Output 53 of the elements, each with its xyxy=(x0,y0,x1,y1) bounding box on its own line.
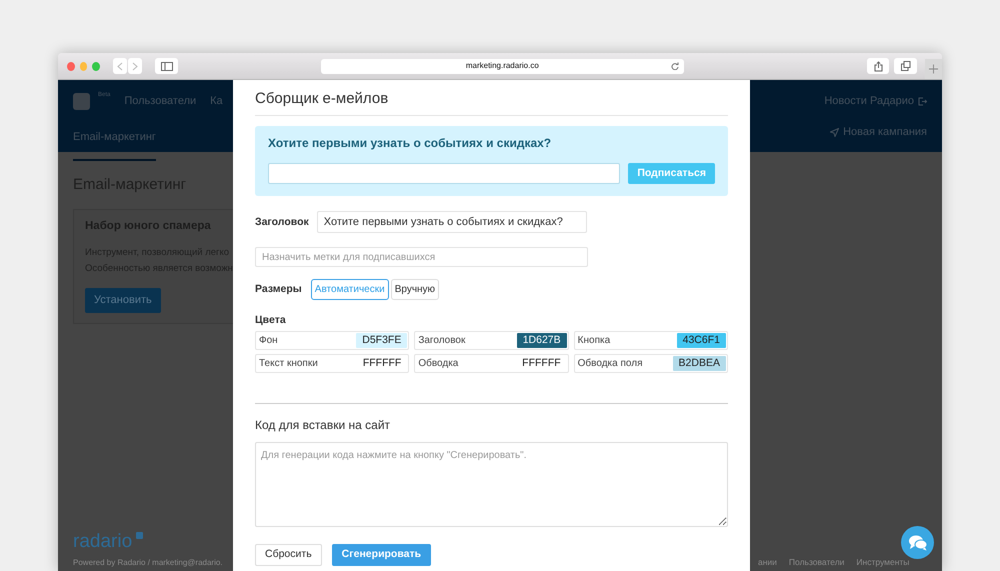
tabs-icon xyxy=(900,61,911,71)
color-swatch[interactable]: B2DBEA xyxy=(672,356,726,372)
logo-icon[interactable] xyxy=(73,92,90,110)
tabs-button[interactable] xyxy=(894,58,918,74)
paper-plane-icon xyxy=(830,128,840,136)
reload-icon[interactable] xyxy=(670,62,679,70)
color-swatch[interactable]: 1D627B xyxy=(516,333,567,348)
chat-button[interactable] xyxy=(901,526,934,559)
preview-heading: Хотите первыми узнать о событиях и скидках? xyxy=(268,136,552,150)
powered-by-text: Powered by Radario / marketing@radario. xyxy=(73,557,223,569)
back-button[interactable] xyxy=(113,58,128,74)
embed-code-field[interactable]: Для генерации кода нажмите на кнопку "Сгенерировать". xyxy=(255,442,728,528)
sidebar-icon xyxy=(160,62,172,70)
logout-icon[interactable] xyxy=(918,96,927,106)
color-label: Фон xyxy=(259,334,278,348)
share-button[interactable] xyxy=(866,58,890,74)
color-field[interactable]: Обводка FFFFFF xyxy=(414,354,569,374)
color-field[interactable]: Заголовок 1D627B xyxy=(414,331,569,350)
plus-icon xyxy=(929,64,938,74)
url-text: marketing.radario.co xyxy=(466,60,539,72)
color-swatch[interactable]: D5F3FE xyxy=(356,333,408,348)
color-field[interactable]: Обводка поля B2DBEA xyxy=(574,354,728,374)
address-bar[interactable]: marketing.radario.co xyxy=(320,58,684,74)
field-label: Заголовок xyxy=(255,214,309,230)
reset-button[interactable]: Сбросить xyxy=(255,544,322,566)
color-label: Обводка xyxy=(418,357,458,372)
color-field[interactable]: Кнопка 43C6F1 xyxy=(574,331,728,350)
color-swatch[interactable]: 43C6F1 xyxy=(676,333,726,348)
section-label: Код для вставки на сайт xyxy=(255,417,392,434)
size-option[interactable]: Вручную xyxy=(390,279,440,300)
minimize-window-icon[interactable] xyxy=(80,62,88,70)
chevron-left-icon xyxy=(117,62,124,70)
close-window-icon[interactable] xyxy=(67,62,75,70)
color-label: Обводка поля xyxy=(578,357,642,372)
new-tab-button[interactable] xyxy=(925,59,942,79)
color-label: Текст кнопки xyxy=(259,357,318,372)
color-label: Заголовок xyxy=(418,334,466,348)
zoom-window-icon[interactable] xyxy=(92,62,100,70)
sidebar-button[interactable] xyxy=(155,58,178,74)
color-label: Кнопка xyxy=(578,334,610,348)
field-label: Цвета xyxy=(255,313,287,328)
color-field[interactable]: Фон D5F3FE xyxy=(255,331,410,350)
chat-bubbles-icon xyxy=(908,534,928,551)
forward-button[interactable] xyxy=(128,58,142,74)
chevron-right-icon xyxy=(132,62,138,70)
color-field[interactable]: Текст кнопки FFFFFF xyxy=(255,354,410,374)
tags-input-field[interactable]: Назначить метки для подписавшихся xyxy=(255,247,588,268)
share-icon xyxy=(874,60,883,72)
modal-title: Сборщик е-мейлов xyxy=(255,80,728,116)
heading-input-field[interactable]: Хотите первыми узнать о событиях и скидках? xyxy=(316,211,587,234)
field-label: Размеры xyxy=(255,282,302,298)
logo-mark-icon xyxy=(136,532,144,539)
email-input-field[interactable] xyxy=(268,163,620,184)
